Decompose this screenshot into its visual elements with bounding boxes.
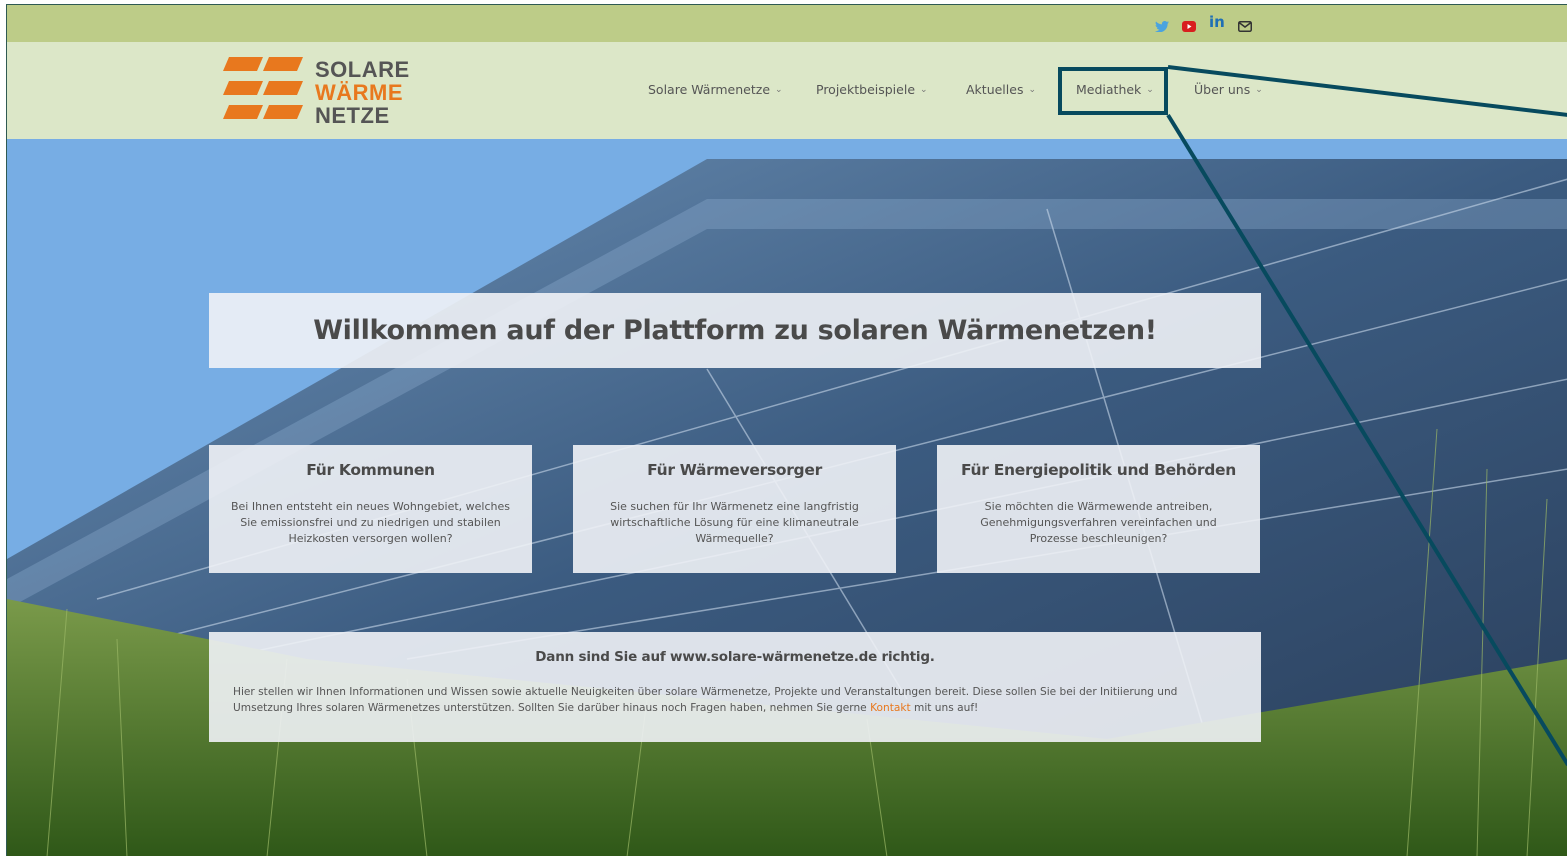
linkedin-icon[interactable]: in [1209, 15, 1225, 30]
info-text-after: mit uns auf! [910, 702, 979, 714]
logo-line-3: NETZE [315, 103, 390, 128]
mediathek-highlight-box [1058, 67, 1168, 115]
social-bar: in [7, 5, 1567, 42]
youtube-icon[interactable] [1182, 17, 1196, 32]
logo-mark-icon [223, 57, 303, 119]
nav-label: Solare Wärmenetze [648, 82, 771, 97]
welcome-banner: Willkommen auf der Plattform zu solaren … [209, 293, 1261, 368]
contact-link[interactable]: Kontakt [870, 702, 911, 714]
chevron-down-icon: ⌄ [1028, 84, 1036, 95]
audience-card-waermeversorger[interactable]: Für Wärmeversorger Sie suchen für Ihr Wä… [573, 445, 896, 573]
nav-item-aktuelles[interactable]: Aktuelles ⌄ [966, 82, 1036, 97]
chevron-down-icon: ⌄ [920, 84, 928, 95]
site-logo[interactable]: SOLARE WÄRME NETZE [223, 57, 409, 127]
card-title: Für Wärmeversorger [647, 461, 822, 479]
info-heading: Dann sind Sie auf www.solare-wärmenetze.… [535, 649, 935, 665]
chevron-down-icon: ⌄ [1255, 84, 1263, 95]
logo-wordmark: SOLARE WÄRME NETZE [315, 59, 410, 128]
card-text: Sie möchten die Wärmewende antreiben, Ge… [980, 500, 1217, 545]
nav-item-projektbeispiele[interactable]: Projektbeispiele ⌄ [816, 82, 928, 97]
nav-item-ueber-uns[interactable]: Über uns ⌄ [1194, 82, 1263, 97]
card-text: Bei Ihnen entsteht ein neues Wohngebiet,… [230, 500, 511, 545]
info-text: Hier stellen wir Ihnen Informationen und… [209, 684, 1261, 716]
card-text: Sie suchen für Ihr Wärmenetz eine langfr… [610, 500, 859, 545]
twitter-icon[interactable] [1155, 17, 1169, 32]
social-links: in [1155, 15, 1252, 32]
info-box: Dann sind Sie auf www.solare-wärmenetze.… [209, 632, 1261, 742]
audience-card-kommunen[interactable]: Für Kommunen Bei Ihnen entsteht ein neue… [209, 445, 532, 573]
card-title: Für Kommunen [306, 461, 435, 479]
nav-label: Aktuelles [966, 82, 1024, 97]
hero-section: Willkommen auf der Plattform zu solaren … [7, 139, 1567, 856]
site-header: SOLARE WÄRME NETZE Solare Wärmenetze ⌄ P… [7, 42, 1567, 139]
nav-label: Über uns [1194, 82, 1251, 97]
mail-icon[interactable] [1237, 17, 1252, 32]
nav-item-solare-waermenetze[interactable]: Solare Wärmenetze ⌄ [648, 82, 783, 97]
card-title: Für Energiepolitik und Behörden [961, 461, 1236, 479]
nav-label: Projektbeispiele [816, 82, 916, 97]
welcome-heading: Willkommen auf der Plattform zu solaren … [313, 315, 1157, 346]
logo-line-1: SOLARE [315, 57, 410, 82]
logo-line-2: WÄRME [315, 80, 404, 105]
browser-viewport: in SOLARE WÄRME NETZE Solare Wärmenetze … [6, 4, 1567, 856]
audience-card-energiepolitik[interactable]: Für Energiepolitik und Behörden Sie möch… [937, 445, 1260, 573]
info-text-before: Hier stellen wir Ihnen Informationen und… [233, 686, 1178, 714]
chevron-down-icon: ⌄ [775, 84, 783, 95]
